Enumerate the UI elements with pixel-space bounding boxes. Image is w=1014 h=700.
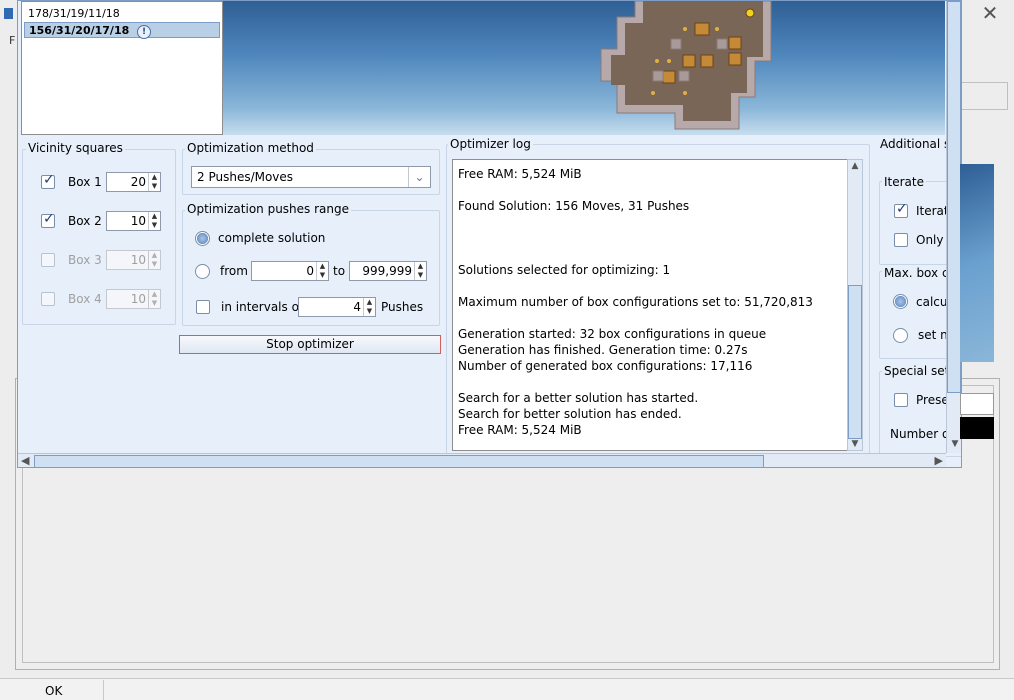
spinner-arrows-icon[interactable]: ▲ ▼ [363,298,375,316]
log-line: Generation started: 32 box configuration… [458,327,767,341]
log-line: Search for a better solution has started… [458,391,699,405]
box1-label: Box 1 [68,175,102,189]
box2-checkbox[interactable]: ✓ [41,211,55,228]
box4-value: 10 [130,292,146,306]
bg-menu-fragment: F [9,34,16,47]
box4-label: Box 4 [68,292,102,306]
box3-checkbox[interactable] [41,253,55,267]
method-select[interactable]: 2 Pushes/Moves ⌄ [191,166,431,188]
log-line: Maximum number of box configurations set… [458,295,813,309]
board-view [223,1,945,135]
intervals-value: 4 [353,300,361,314]
spinner-arrows-icon[interactable]: ▲ ▼ [148,251,160,269]
scroll-left-icon[interactable]: ◀ [21,454,29,467]
optimizer-window: 178/31/19/11/18 156/31/20/17/18 ! Vicini… [17,0,962,468]
window-hscrollbar[interactable]: ◀ ▶ [18,453,946,467]
bg-button[interactable] [960,82,1008,110]
ok-button[interactable]: OK [45,684,62,698]
preserve-label: Prese [916,393,949,407]
solution-item[interactable]: 178/31/19/11/18 [24,6,220,22]
close-icon[interactable]: ✕ [978,2,1002,26]
log-line: Free RAM: 5,524 MiB [458,423,582,437]
checkmark-icon: ✓ [43,211,55,227]
box1-checkbox[interactable]: ✓ [41,172,55,189]
from-value: 0 [306,264,314,278]
iterate-title: Iterate [882,175,927,189]
additional-title: Additional s [878,137,953,151]
window-vscroll-thumb[interactable] [947,1,961,393]
method-title: Optimization method [185,141,316,155]
log-title: Optimizer log [448,137,533,151]
intervals-label: in intervals of [221,300,304,314]
calculate-label: calcu [916,295,948,309]
box3-label: Box 3 [68,253,102,267]
optimizer-log[interactable]: Free RAM: 5,524 MiB Found Solution: 156 … [452,159,863,451]
pushes-label: Pushes [381,300,424,314]
log-line: Free RAM: 5,524 MiB [458,167,582,181]
solutions-list[interactable]: 178/31/19/11/18 156/31/20/17/18 ! [21,1,223,135]
scroll-up-icon[interactable]: ▲ [848,161,862,171]
intervals-checkbox[interactable] [196,300,210,314]
special-title: Special set [882,364,952,378]
method-value: 2 Pushes/Moves [197,170,294,184]
stop-optimizer-button[interactable]: Stop optimizer [179,335,441,354]
log-line: Found Solution: 156 Moves, 31 Pushes [458,199,690,213]
box2-spinner[interactable]: 10 ▲ ▼ [106,211,161,231]
to-spinner[interactable]: 999,999 ▲ ▼ [349,261,427,281]
scroll-down-icon[interactable]: ▼ [948,439,961,449]
intervals-spinner[interactable]: 4 ▲ ▼ [298,297,376,317]
scroll-right-icon[interactable]: ▶ [935,454,943,467]
checkmark-icon: ✓ [896,201,908,217]
color-swatch-white[interactable] [960,393,994,415]
from-spinner[interactable]: 0 ▲ ▼ [251,261,329,281]
spinner-arrows-icon[interactable]: ▲ ▼ [316,262,328,280]
to-value: 999,999 [362,264,412,278]
from-range-radio[interactable] [195,264,210,279]
box3-spinner[interactable]: 10 ▲ ▼ [106,250,161,270]
window-hscroll-thumb[interactable] [34,455,764,467]
bottom-divider [103,680,104,700]
box3-value: 10 [130,253,146,267]
sokoban-board-image [600,1,772,130]
set-number-radio[interactable] [893,328,908,343]
complete-solution-label: complete solution [218,231,326,245]
box2-value: 10 [130,214,146,228]
log-line: Generation has finished. Generation time… [458,343,748,357]
number-label: Number o [890,427,950,441]
color-swatch-black[interactable] [960,417,994,439]
checkmark-icon: ✓ [43,172,55,188]
spinner-arrows-icon[interactable]: ▲ ▼ [148,173,160,191]
only-checkbox[interactable] [894,233,908,247]
log-line: Number of generated box configurations: … [458,359,753,373]
preview-image [960,164,994,362]
vicinity-title: Vicinity squares [26,141,125,155]
pushes-range-title: Optimization pushes range [185,202,351,216]
log-line: Solutions selected for optimizing: 1 [458,263,671,277]
calculate-radio[interactable] [893,294,908,309]
spinner-arrows-icon[interactable]: ▲ ▼ [414,262,426,280]
box4-spinner[interactable]: 10 ▲ ▼ [106,289,161,309]
scroll-down-icon[interactable]: ▼ [848,439,862,449]
log-scroll-thumb[interactable] [848,285,862,439]
box2-label: Box 2 [68,214,102,228]
log-line: Search for better solution has ended. [458,407,682,421]
to-label: to [333,264,346,278]
app-icon [4,8,13,19]
preserve-checkbox[interactable] [894,393,908,407]
chevron-down-icon[interactable]: ⌄ [408,167,430,187]
from-label: from [220,264,248,278]
box1-spinner[interactable]: 20 ▲ ▼ [106,172,161,192]
spinner-arrows-icon[interactable]: ▲ ▼ [148,212,160,230]
iterate-checkbox[interactable]: ✓ [894,201,908,218]
box1-value: 20 [130,175,146,189]
box4-checkbox[interactable] [41,292,55,306]
bottom-button-bar [0,678,1014,700]
spinner-arrows-icon[interactable]: ▲ ▼ [148,290,160,308]
set-number-label: set n [918,328,948,342]
solution-item-selected[interactable]: 156/31/20/17/18 ! [24,22,220,39]
info-icon: ! [137,25,152,39]
complete-solution-radio[interactable] [195,231,210,246]
